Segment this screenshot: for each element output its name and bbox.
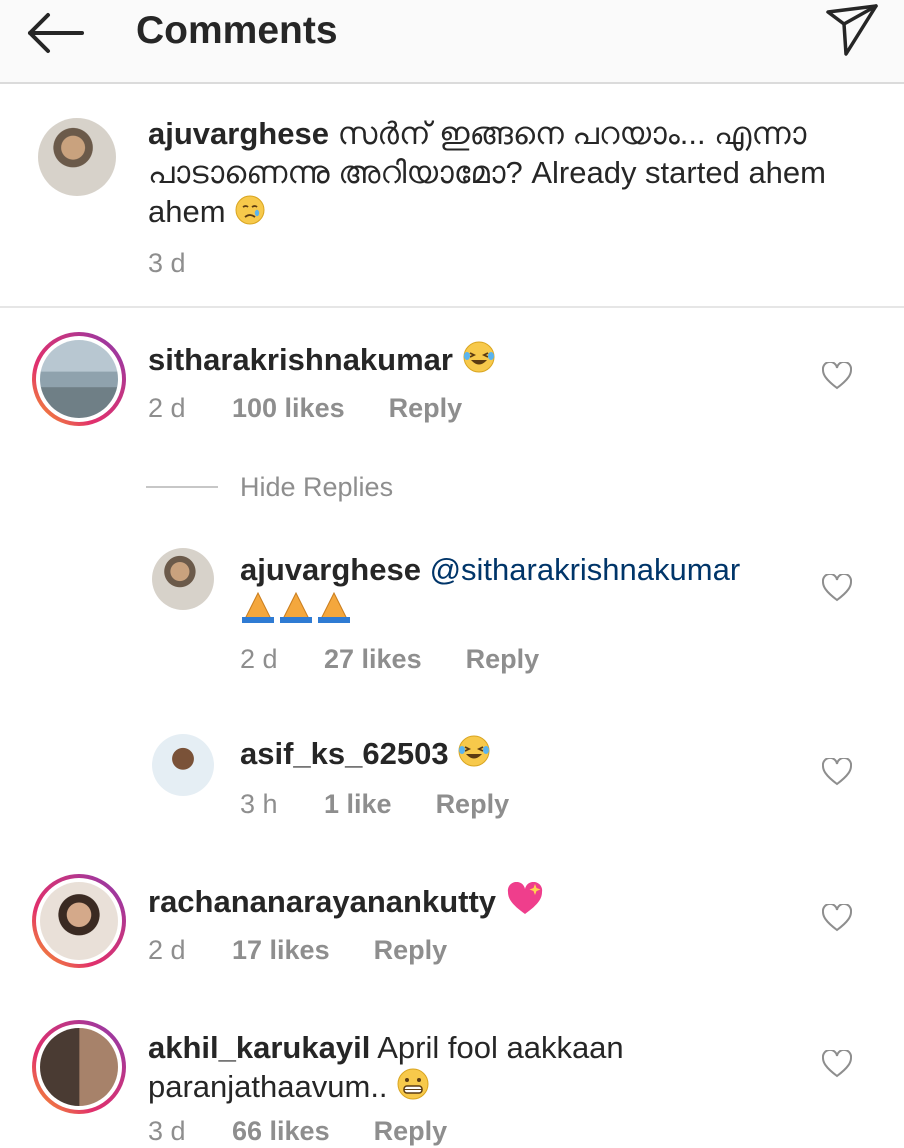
caption-text: ajuvarghese സർന് ഇങ്ങനെ പറയാം... എന്നാ പ…	[148, 114, 838, 231]
comment-meta: 2 d 100 likes Reply	[148, 391, 462, 425]
avatar[interactable]	[152, 734, 214, 796]
reply-text: asif_ks_62503	[240, 734, 491, 773]
hide-replies-label: Hide Replies	[240, 472, 394, 502]
reply-button[interactable]: Reply	[389, 391, 463, 425]
likes-count[interactable]: 1 like	[324, 787, 392, 821]
reply-time: 2 d	[240, 644, 278, 674]
back-arrow-icon[interactable]	[22, 6, 88, 60]
reply-time: 3 h	[240, 789, 278, 819]
likes-count[interactable]: 66 likes	[232, 1114, 330, 1148]
crying-face-emoji-icon	[235, 195, 265, 225]
avatar	[40, 1028, 118, 1106]
comment-time: 2 d	[148, 393, 186, 423]
mention-link[interactable]: @sitharakrishnakumar	[430, 552, 741, 587]
comment-username[interactable]: sitharakrishnakumar	[148, 342, 453, 377]
caption-username[interactable]: ajuvarghese	[148, 116, 329, 151]
post-caption: ajuvarghese സർന് ഇങ്ങനെ പറയാം... എന്നാ പ…	[0, 84, 904, 308]
story-ring[interactable]	[32, 1020, 126, 1114]
comment-meta: 3 d 66 likes Reply	[148, 1114, 447, 1148]
comment-username[interactable]: akhil_karukayil	[148, 1030, 370, 1065]
page-title: Comments	[136, 9, 338, 52]
caption-time: 3 d	[148, 248, 186, 278]
top-bar: Comments	[0, 0, 904, 84]
avatar	[40, 340, 118, 418]
caption-meta: 3 d	[148, 246, 186, 280]
reply-username[interactable]: asif_ks_62503	[240, 736, 449, 771]
comment-time: 2 d	[148, 935, 186, 965]
comment-meta: 2 d 17 likes Reply	[148, 933, 447, 967]
comment-username[interactable]: rachananarayanankutty	[148, 884, 496, 919]
reply-username[interactable]: ajuvarghese	[240, 552, 421, 587]
laughing-tears-emoji-icon	[463, 341, 495, 373]
comment-text: rachananarayanankutty	[148, 882, 545, 921]
laughing-tears-emoji-icon	[458, 735, 490, 767]
avatar	[40, 882, 118, 960]
story-ring[interactable]	[32, 332, 126, 426]
likes-count[interactable]: 100 likes	[232, 391, 345, 425]
reply-text: ajuvarghese @sitharakrishnakumar	[240, 550, 800, 628]
avatar[interactable]	[152, 548, 214, 610]
comment-text: sitharakrishnakumar	[148, 340, 496, 379]
reply-meta: 3 h 1 like Reply	[240, 787, 509, 821]
reply-meta: 2 d 27 likes Reply	[240, 642, 539, 676]
reply-button[interactable]: Reply	[374, 1114, 448, 1148]
folded-hands-emoji-icon	[242, 591, 350, 623]
like-heart-icon[interactable]	[822, 574, 852, 602]
reply-button[interactable]: Reply	[436, 787, 510, 821]
story-ring[interactable]	[32, 874, 126, 968]
comment-time: 3 d	[148, 1116, 186, 1146]
grimacing-face-emoji-icon	[397, 1068, 429, 1100]
reply-button[interactable]: Reply	[374, 933, 448, 967]
avatar[interactable]	[38, 118, 116, 196]
divider-line	[146, 486, 218, 488]
like-heart-icon[interactable]	[822, 1050, 852, 1078]
send-icon[interactable]	[824, 2, 880, 58]
like-heart-icon[interactable]	[822, 362, 852, 390]
likes-count[interactable]: 17 likes	[232, 933, 330, 967]
comment-text: akhil_karukayil April fool aakkaan paran…	[148, 1028, 688, 1106]
sparkling-heart-emoji-icon	[507, 882, 542, 914]
like-heart-icon[interactable]	[822, 904, 852, 932]
reply-button[interactable]: Reply	[466, 642, 540, 676]
like-heart-icon[interactable]	[822, 758, 852, 786]
likes-count[interactable]: 27 likes	[324, 642, 422, 676]
